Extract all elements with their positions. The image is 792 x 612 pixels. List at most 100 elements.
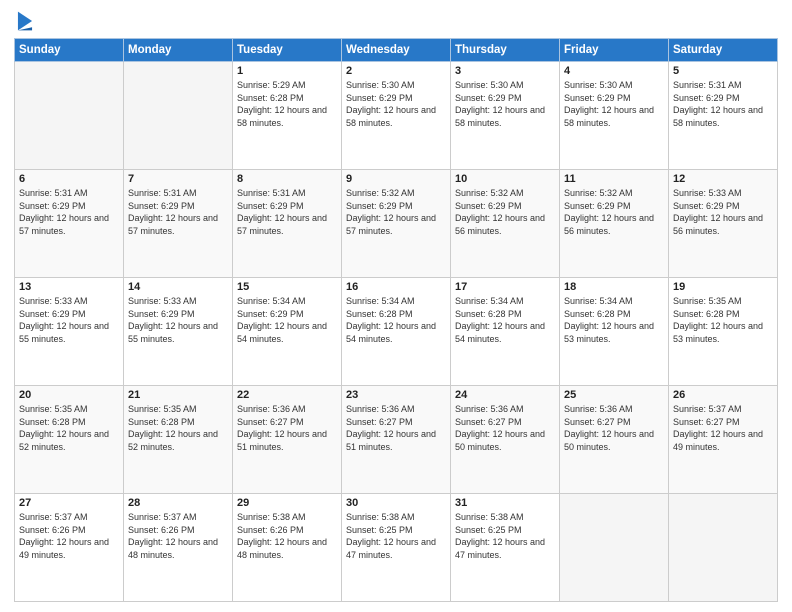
day-info: Sunrise: 5:31 AM Sunset: 6:29 PM Dayligh…: [673, 79, 773, 129]
day-number: 30: [346, 497, 446, 509]
calendar-cell: 13 Sunrise: 5:33 AM Sunset: 6:29 PM Dayli…: [15, 278, 124, 386]
calendar-cell: 24 Sunrise: 5:36 AM Sunset: 6:27 PM Dayli…: [451, 386, 560, 494]
day-info: Sunrise: 5:33 AM Sunset: 6:29 PM Dayligh…: [673, 187, 773, 237]
day-info: Sunrise: 5:36 AM Sunset: 6:27 PM Dayligh…: [237, 403, 337, 453]
day-number: 4: [564, 65, 664, 77]
day-number: 23: [346, 389, 446, 401]
header: [14, 10, 778, 32]
day-number: 19: [673, 281, 773, 293]
calendar-cell: 25 Sunrise: 5:36 AM Sunset: 6:27 PM Dayli…: [560, 386, 669, 494]
day-number: 1: [237, 65, 337, 77]
calendar-cell: 30 Sunrise: 5:38 AM Sunset: 6:25 PM Dayli…: [342, 494, 451, 602]
day-number: 27: [19, 497, 119, 509]
weekday-header-thursday: Thursday: [451, 39, 560, 62]
calendar-week-5: 27 Sunrise: 5:37 AM Sunset: 6:26 PM Dayli…: [15, 494, 778, 602]
day-number: 13: [19, 281, 119, 293]
weekday-header-sunday: Sunday: [15, 39, 124, 62]
weekday-header-monday: Monday: [124, 39, 233, 62]
calendar-cell: 7 Sunrise: 5:31 AM Sunset: 6:29 PM Daylig…: [124, 170, 233, 278]
calendar-cell: 10Sunrise: 5:32 AM Sunset: 6:29 PM Dayli…: [451, 170, 560, 278]
day-info: Sunrise: 5:34 AM Sunset: 6:28 PM Dayligh…: [455, 295, 555, 345]
day-number: 25: [564, 389, 664, 401]
calendar-cell: 28 Sunrise: 5:37 AM Sunset: 6:26 PM Dayli…: [124, 494, 233, 602]
day-info: Sunrise: 5:36 AM Sunset: 6:27 PM Dayligh…: [455, 403, 555, 453]
day-info: Sunrise: 5:33 AM Sunset: 6:29 PM Dayligh…: [19, 295, 119, 345]
calendar-week-2: 6 Sunrise: 5:31 AM Sunset: 6:29 PM Daylig…: [15, 170, 778, 278]
calendar-week-3: 13 Sunrise: 5:33 AM Sunset: 6:29 PM Dayli…: [15, 278, 778, 386]
day-info: Sunrise: 5:32 AM Sunset: 6:29 PM Dayligh…: [564, 187, 664, 237]
day-number: 7: [128, 173, 228, 185]
day-number: 31: [455, 497, 555, 509]
day-number: 2: [346, 65, 446, 77]
calendar-cell: [560, 494, 669, 602]
day-number: 9: [346, 173, 446, 185]
calendar-cell: 5 Sunrise: 5:31 AM Sunset: 6:29 PM Daylig…: [669, 62, 778, 170]
day-info: Sunrise: 5:35 AM Sunset: 6:28 PM Dayligh…: [673, 295, 773, 345]
calendar-table: SundayMondayTuesdayWednesdayThursdayFrid…: [14, 38, 778, 602]
day-info: Sunrise: 5:37 AM Sunset: 6:26 PM Dayligh…: [128, 511, 228, 561]
weekday-header-wednesday: Wednesday: [342, 39, 451, 62]
day-info: Sunrise: 5:34 AM Sunset: 6:28 PM Dayligh…: [564, 295, 664, 345]
day-info: Sunrise: 5:30 AM Sunset: 6:29 PM Dayligh…: [346, 79, 446, 129]
day-info: Sunrise: 5:38 AM Sunset: 6:26 PM Dayligh…: [237, 511, 337, 561]
day-info: Sunrise: 5:31 AM Sunset: 6:29 PM Dayligh…: [128, 187, 228, 237]
day-number: 24: [455, 389, 555, 401]
calendar-cell: 18 Sunrise: 5:34 AM Sunset: 6:28 PM Dayli…: [560, 278, 669, 386]
day-number: 22: [237, 389, 337, 401]
day-number: 29: [237, 497, 337, 509]
day-number: 21: [128, 389, 228, 401]
calendar-cell: 29 Sunrise: 5:38 AM Sunset: 6:26 PM Dayli…: [233, 494, 342, 602]
day-number: 11: [564, 173, 664, 185]
day-info: Sunrise: 5:34 AM Sunset: 6:28 PM Dayligh…: [346, 295, 446, 345]
day-number: 20: [19, 389, 119, 401]
calendar-week-1: 1Sunrise: 5:29 AM Sunset: 6:28 PM Daylig…: [15, 62, 778, 170]
day-number: 6: [19, 173, 119, 185]
day-info: Sunrise: 5:35 AM Sunset: 6:28 PM Dayligh…: [19, 403, 119, 453]
day-info: Sunrise: 5:38 AM Sunset: 6:25 PM Dayligh…: [346, 511, 446, 561]
calendar-cell: 8Sunrise: 5:31 AM Sunset: 6:29 PM Daylig…: [233, 170, 342, 278]
day-number: 15: [237, 281, 337, 293]
weekday-header-saturday: Saturday: [669, 39, 778, 62]
calendar-cell: 17 Sunrise: 5:34 AM Sunset: 6:28 PM Dayli…: [451, 278, 560, 386]
weekday-header-row: SundayMondayTuesdayWednesdayThursdayFrid…: [15, 39, 778, 62]
day-number: 16: [346, 281, 446, 293]
calendar-cell: 12Sunrise: 5:33 AM Sunset: 6:29 PM Dayli…: [669, 170, 778, 278]
calendar-cell: 2 Sunrise: 5:30 AM Sunset: 6:29 PM Daylig…: [342, 62, 451, 170]
day-info: Sunrise: 5:36 AM Sunset: 6:27 PM Dayligh…: [346, 403, 446, 453]
day-info: Sunrise: 5:33 AM Sunset: 6:29 PM Dayligh…: [128, 295, 228, 345]
day-number: 8: [237, 173, 337, 185]
calendar-cell: 1Sunrise: 5:29 AM Sunset: 6:28 PM Daylig…: [233, 62, 342, 170]
calendar-cell: 15 Sunrise: 5:34 AM Sunset: 6:29 PM Dayli…: [233, 278, 342, 386]
calendar-cell: 22 Sunrise: 5:36 AM Sunset: 6:27 PM Dayli…: [233, 386, 342, 494]
day-info: Sunrise: 5:38 AM Sunset: 6:25 PM Dayligh…: [455, 511, 555, 561]
day-number: 18: [564, 281, 664, 293]
calendar-cell: 9Sunrise: 5:32 AM Sunset: 6:29 PM Daylig…: [342, 170, 451, 278]
day-info: Sunrise: 5:32 AM Sunset: 6:29 PM Dayligh…: [455, 187, 555, 237]
day-info: Sunrise: 5:37 AM Sunset: 6:26 PM Dayligh…: [19, 511, 119, 561]
day-number: 14: [128, 281, 228, 293]
day-number: 17: [455, 281, 555, 293]
day-number: 5: [673, 65, 773, 77]
logo-icon: [16, 10, 34, 32]
calendar-cell: 26 Sunrise: 5:37 AM Sunset: 6:27 PM Dayli…: [669, 386, 778, 494]
weekday-header-friday: Friday: [560, 39, 669, 62]
day-info: Sunrise: 5:36 AM Sunset: 6:27 PM Dayligh…: [564, 403, 664, 453]
calendar-cell: 3Sunrise: 5:30 AM Sunset: 6:29 PM Daylig…: [451, 62, 560, 170]
day-info: Sunrise: 5:34 AM Sunset: 6:29 PM Dayligh…: [237, 295, 337, 345]
calendar-cell: 11 Sunrise: 5:32 AM Sunset: 6:29 PM Dayli…: [560, 170, 669, 278]
day-info: Sunrise: 5:30 AM Sunset: 6:29 PM Dayligh…: [455, 79, 555, 129]
calendar-cell: [669, 494, 778, 602]
day-info: Sunrise: 5:35 AM Sunset: 6:28 PM Dayligh…: [128, 403, 228, 453]
calendar-cell: 14 Sunrise: 5:33 AM Sunset: 6:29 PM Dayli…: [124, 278, 233, 386]
calendar-cell: 4Sunrise: 5:30 AM Sunset: 6:29 PM Daylig…: [560, 62, 669, 170]
calendar-cell: 31 Sunrise: 5:38 AM Sunset: 6:25 PM Dayli…: [451, 494, 560, 602]
calendar-cell: [124, 62, 233, 170]
day-number: 28: [128, 497, 228, 509]
day-info: Sunrise: 5:37 AM Sunset: 6:27 PM Dayligh…: [673, 403, 773, 453]
calendar-cell: 6Sunrise: 5:31 AM Sunset: 6:29 PM Daylig…: [15, 170, 124, 278]
calendar-cell: [15, 62, 124, 170]
calendar-cell: 27 Sunrise: 5:37 AM Sunset: 6:26 PM Dayli…: [15, 494, 124, 602]
calendar-cell: 21 Sunrise: 5:35 AM Sunset: 6:28 PM Dayli…: [124, 386, 233, 494]
calendar-cell: 19 Sunrise: 5:35 AM Sunset: 6:28 PM Dayli…: [669, 278, 778, 386]
day-number: 26: [673, 389, 773, 401]
